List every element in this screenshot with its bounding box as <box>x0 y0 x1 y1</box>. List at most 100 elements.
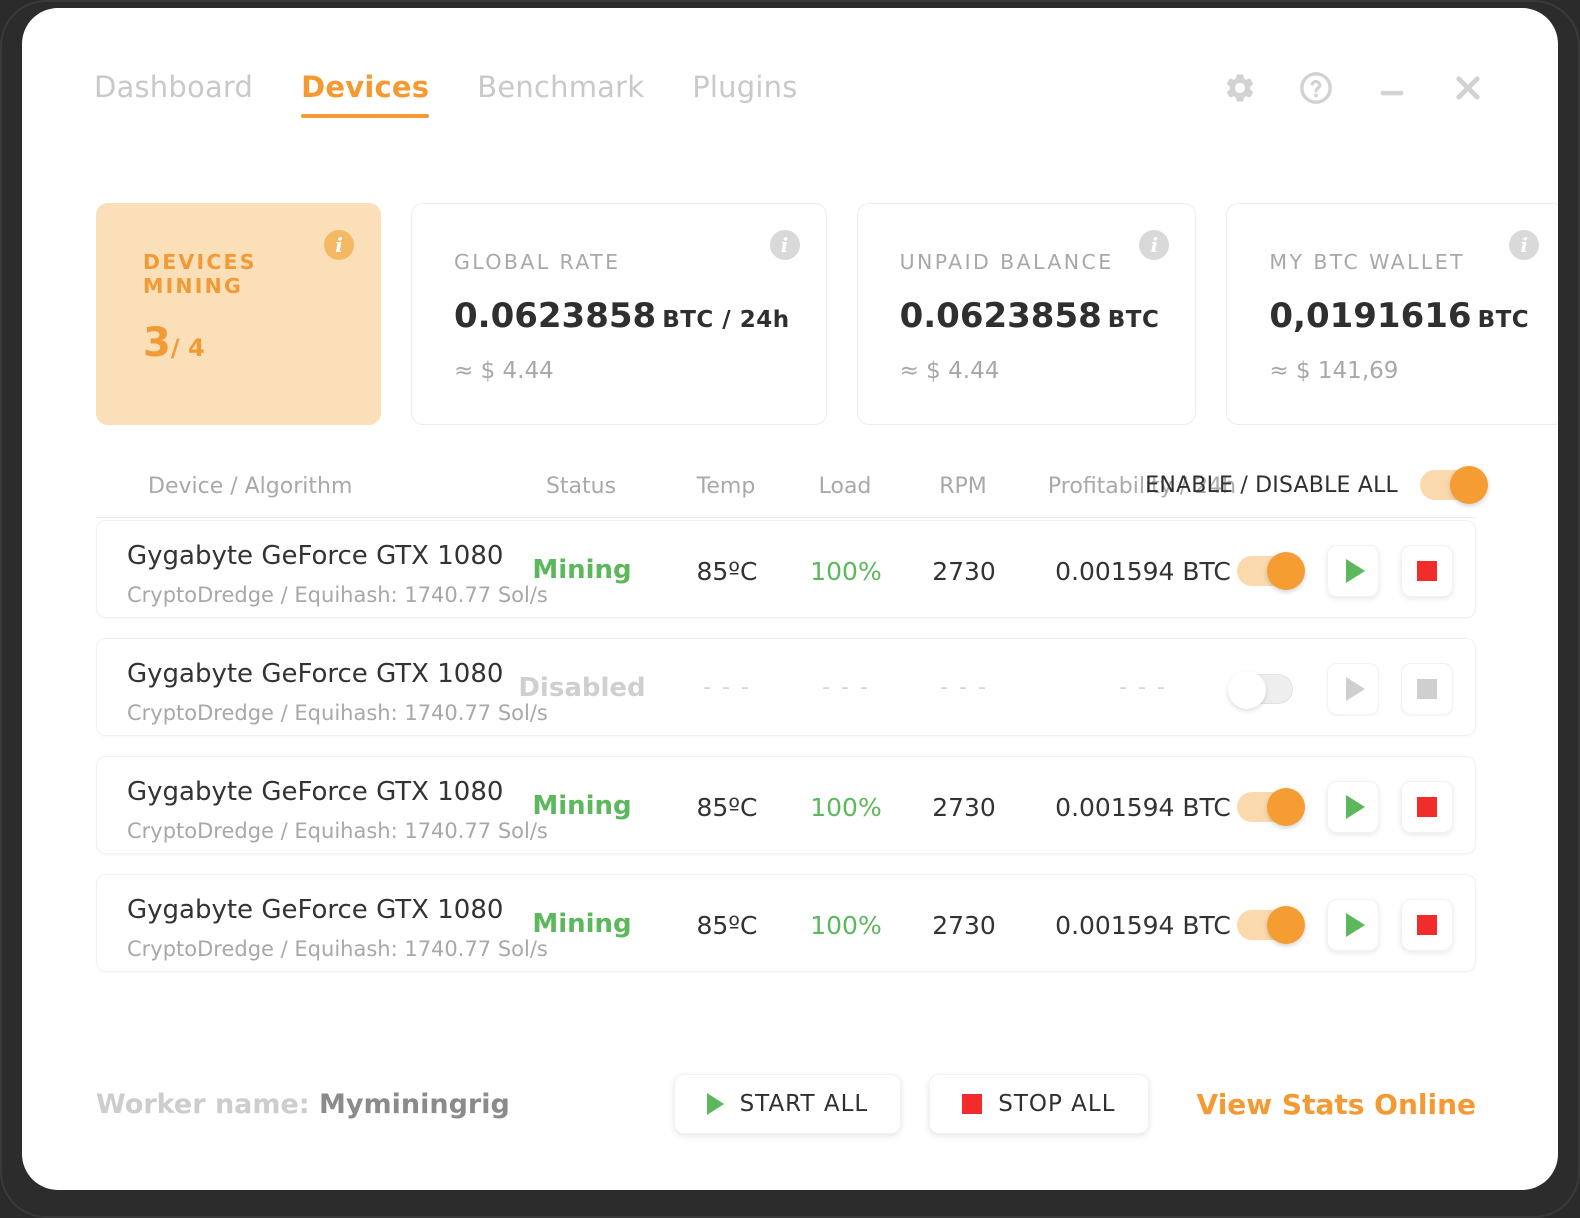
gear-icon[interactable] <box>1222 70 1258 106</box>
worker-name-value: Myminingrig <box>319 1088 510 1120</box>
summary-cards: i DEVICES MINING 3/ 4 i GLOBAL RATE 0.06… <box>96 203 1558 425</box>
card-value: 0.0623858 BTC / 24h <box>454 296 790 336</box>
toggle-knob <box>1267 552 1305 590</box>
top-bar: Dashboard Devices Benchmark Plugins <box>22 8 1558 168</box>
unpaid-balance-amount: 0.0623858 <box>899 296 1102 336</box>
device-cell: Gygabyte GeForce GTX 1080 CryptoDredge / … <box>127 521 548 607</box>
btc-wallet-unit: BTC <box>1477 307 1530 333</box>
tab-benchmark[interactable]: Benchmark <box>453 70 668 118</box>
info-icon[interactable]: i <box>1509 230 1540 260</box>
profitability-cell: 0.001594 BTC <box>1055 911 1231 940</box>
minimize-icon[interactable] <box>1374 70 1410 106</box>
start-device-button[interactable] <box>1327 781 1379 833</box>
stop-icon <box>1417 561 1437 581</box>
table-row[interactable]: Gygabyte GeForce GTX 1080 CryptoDredge / … <box>96 520 1476 618</box>
main-nav: Dashboard Devices Benchmark Plugins <box>94 70 822 118</box>
stop-all-label: STOP ALL <box>998 1091 1116 1117</box>
start-all-button[interactable]: START ALL <box>673 1074 902 1134</box>
temp-cell: - - - <box>703 675 751 700</box>
enable-disable-all-toggle[interactable] <box>1420 466 1488 504</box>
profitability-cell: 0.001594 BTC <box>1055 557 1231 586</box>
card-unpaid-balance: i UNPAID BALANCE 0.0623858 BTC ≈ $ 4.44 <box>856 203 1197 425</box>
status-cell: Mining <box>532 909 632 939</box>
stop-device-button[interactable] <box>1401 663 1453 715</box>
toggle-knob <box>1267 788 1305 826</box>
load-cell: 100% <box>810 911 882 940</box>
card-label: MY BTC WALLET <box>1269 250 1466 274</box>
toggle-knob <box>1450 466 1488 504</box>
stop-device-button[interactable] <box>1401 545 1453 597</box>
row-actions <box>1237 545 1537 597</box>
card-btc-wallet: i MY BTC WALLET 0,0191616 BTC ≈ $ 141,69 <box>1226 203 1558 425</box>
card-label: GLOBAL RATE <box>454 250 621 274</box>
card-subvalue: ≈ $ 4.44 <box>454 358 554 384</box>
tab-plugins[interactable]: Plugins <box>668 70 821 118</box>
stop-device-button[interactable] <box>1401 781 1453 833</box>
rpm-cell: 2730 <box>932 793 996 822</box>
column-header-load: Load <box>818 474 872 499</box>
table-row[interactable]: Gygabyte GeForce GTX 1080 CryptoDredge / … <box>96 756 1476 854</box>
devices-mining-active: 3 <box>143 320 171 366</box>
info-icon[interactable]: i <box>324 230 354 260</box>
column-header-rpm: RPM <box>939 474 987 499</box>
devices-mining-total: / 4 <box>170 334 205 362</box>
temp-cell: 85ºC <box>696 793 758 822</box>
tab-devices[interactable]: Devices <box>277 70 453 118</box>
footer-actions: START ALL STOP ALL View Stats Online <box>673 1074 1476 1134</box>
toggle-knob <box>1267 906 1305 944</box>
card-value: 0.0623858 BTC <box>900 296 1160 336</box>
start-all-label: START ALL <box>739 1091 869 1117</box>
start-device-button[interactable] <box>1327 545 1379 597</box>
stop-icon <box>1417 679 1437 699</box>
device-algorithm: CryptoDredge / Equihash: 1740.77 Sol/s <box>127 937 548 961</box>
device-name: Gygabyte GeForce GTX 1080 <box>127 777 504 807</box>
device-enable-toggle[interactable] <box>1237 788 1305 826</box>
load-cell: 100% <box>810 793 882 822</box>
card-label: DEVICES MINING <box>143 250 257 298</box>
footer-bar: Worker name: Myminingrig START ALL STOP … <box>96 1074 1476 1134</box>
stop-all-button[interactable]: STOP ALL <box>929 1074 1149 1134</box>
device-enable-toggle[interactable] <box>1228 671 1293 709</box>
info-icon[interactable]: i <box>1139 230 1170 260</box>
device-algorithm: CryptoDredge / Equihash: 1740.77 Sol/s <box>127 819 548 843</box>
card-subvalue: ≈ $ 141,69 <box>1269 358 1399 384</box>
info-icon[interactable]: i <box>769 230 800 260</box>
devices-mining-value: 3/ 4 <box>143 320 344 366</box>
toggle-knob <box>1228 671 1266 709</box>
device-enable-toggle[interactable] <box>1237 906 1305 944</box>
start-device-button[interactable] <box>1327 899 1379 951</box>
load-cell: 100% <box>810 557 882 586</box>
row-actions <box>1237 781 1537 833</box>
device-name: Gygabyte GeForce GTX 1080 <box>127 659 504 689</box>
window-controls <box>1222 70 1486 106</box>
btc-wallet-amount: 0,0191616 <box>1269 296 1472 336</box>
device-cell: Gygabyte GeForce GTX 1080 CryptoDredge / … <box>127 875 548 961</box>
enable-disable-all: ENABLE / DISABLE ALL <box>1145 466 1488 504</box>
row-actions <box>1237 899 1537 951</box>
play-icon <box>1345 559 1365 583</box>
device-enable-toggle[interactable] <box>1237 552 1305 590</box>
card-label: UNPAID BALANCE <box>899 250 1114 274</box>
card-subvalue: ≈ $ 4.44 <box>899 358 1000 384</box>
rpm-cell: 2730 <box>932 911 996 940</box>
device-algorithm: CryptoDredge / Equihash: 1740.77 Sol/s <box>127 583 548 607</box>
tab-dashboard[interactable]: Dashboard <box>94 70 277 118</box>
stop-device-button[interactable] <box>1401 899 1453 951</box>
table-row[interactable]: Gygabyte GeForce GTX 1080 CryptoDredge / … <box>96 638 1476 736</box>
devices-table-header: Device / Algorithm Status Temp Load RPM … <box>96 466 1488 518</box>
temp-cell: 85ºC <box>696 911 758 940</box>
stop-icon <box>962 1094 983 1114</box>
start-device-button[interactable] <box>1327 663 1379 715</box>
play-icon <box>1345 913 1365 937</box>
status-cell: Mining <box>532 555 632 585</box>
device-cell: Gygabyte GeForce GTX 1080 CryptoDredge / … <box>127 757 548 843</box>
device-name: Gygabyte GeForce GTX 1080 <box>127 895 504 925</box>
worker-name-label: Worker name: <box>96 1088 310 1120</box>
help-icon[interactable] <box>1298 70 1334 106</box>
card-devices-mining: i DEVICES MINING 3/ 4 <box>96 203 381 425</box>
device-cell: Gygabyte GeForce GTX 1080 CryptoDredge / … <box>127 639 548 725</box>
view-stats-online-link[interactable]: View Stats Online <box>1197 1088 1476 1121</box>
close-icon[interactable] <box>1450 70 1486 106</box>
status-cell: Mining <box>532 791 632 821</box>
table-row[interactable]: Gygabyte GeForce GTX 1080 CryptoDredge / … <box>96 874 1476 972</box>
